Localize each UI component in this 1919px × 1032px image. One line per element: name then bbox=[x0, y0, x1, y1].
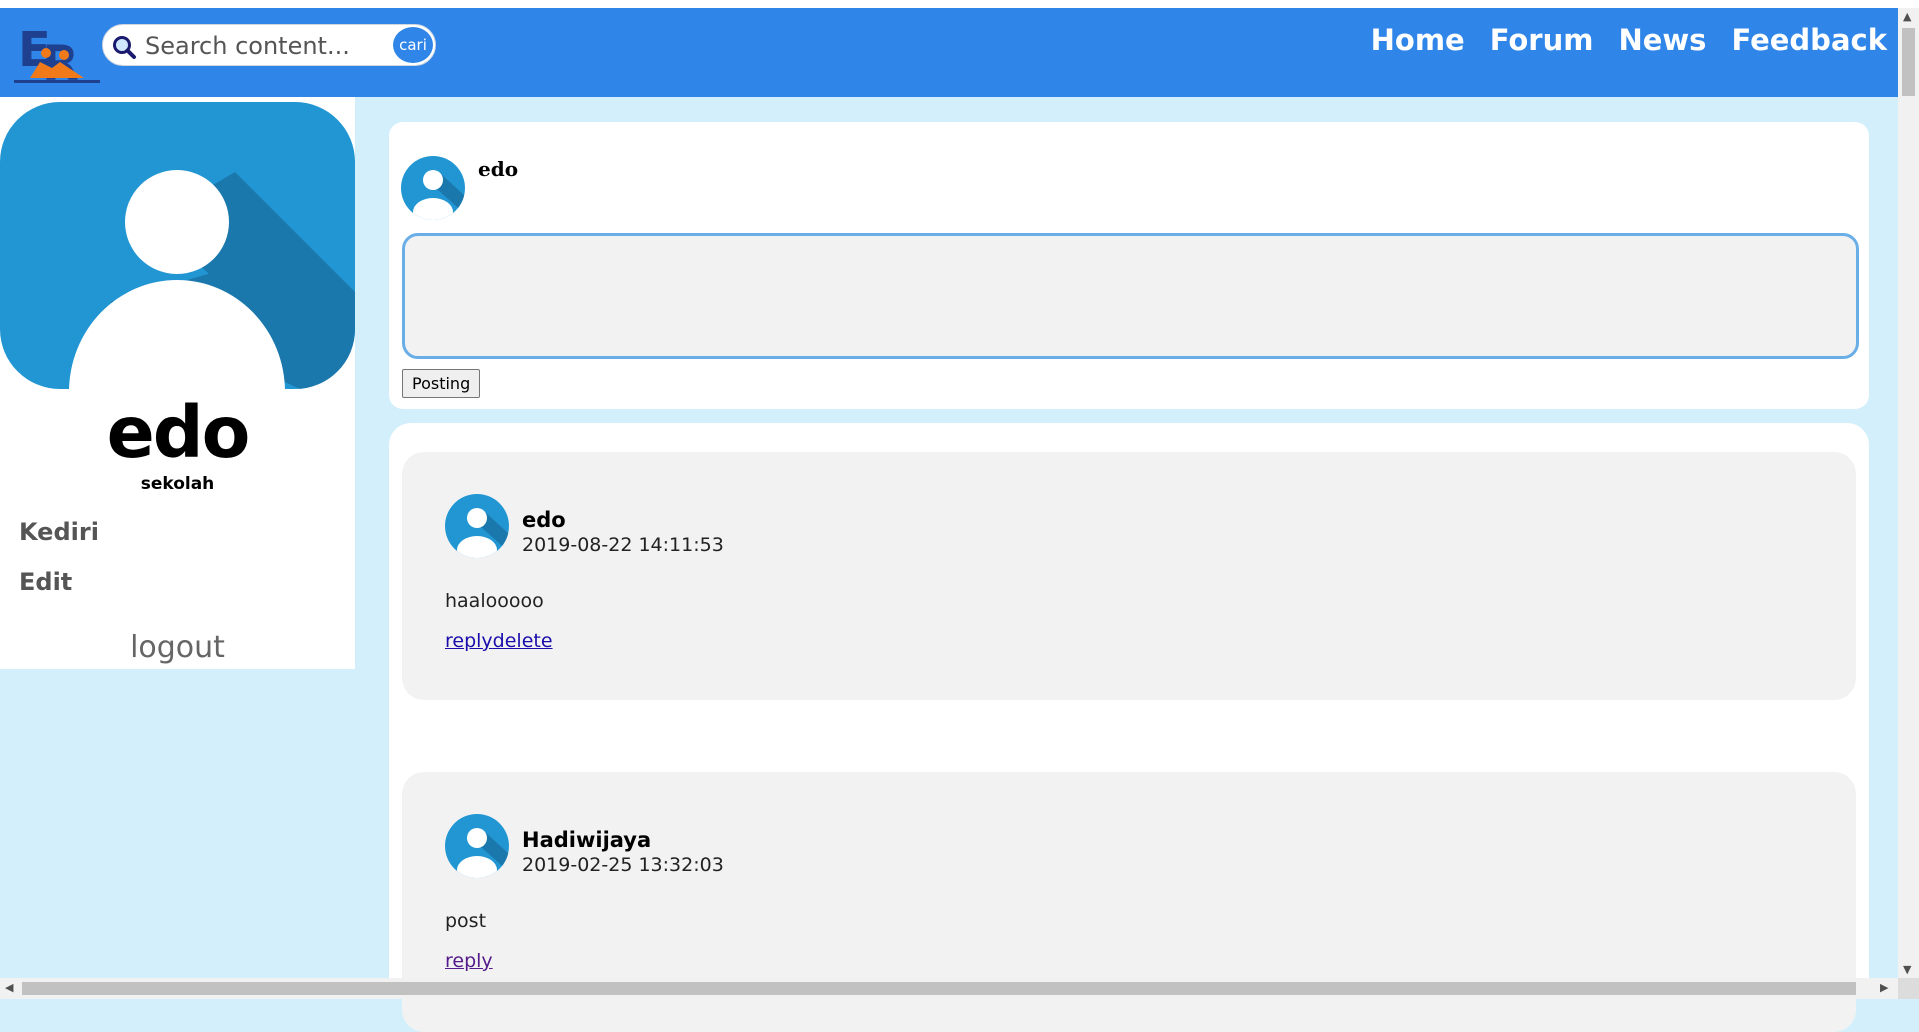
composer-username: edo bbox=[478, 157, 519, 181]
posting-button[interactable]: Posting bbox=[402, 369, 481, 398]
scroll-right-icon[interactable]: ▶ bbox=[1880, 981, 1888, 994]
scroll-up-icon[interactable]: ▲ bbox=[1903, 10, 1911, 23]
profile-city: Kediri bbox=[19, 518, 99, 546]
vertical-scrollbar[interactable]: ▲ ▼ bbox=[1898, 8, 1919, 980]
reply-link[interactable]: reply bbox=[445, 950, 493, 972]
nav-forum-link[interactable]: Forum bbox=[1490, 23, 1594, 57]
post-actions: replydelete bbox=[445, 630, 553, 652]
profile-sidebar: edo sekolah Kediri Edit logout bbox=[0, 97, 355, 669]
site-logo[interactable]: E R bbox=[12, 18, 102, 92]
user-avatar-icon bbox=[401, 156, 465, 220]
er-logo-icon: E R bbox=[14, 22, 100, 92]
horizontal-scrollbar[interactable]: ◀ ▶ bbox=[0, 978, 1898, 999]
scroll-down-icon[interactable]: ▼ bbox=[1903, 963, 1911, 976]
post-timestamp: 2019-02-25 13:32:03 bbox=[522, 854, 724, 876]
profile-name: edo bbox=[106, 391, 251, 474]
search-input[interactable] bbox=[143, 29, 377, 63]
delete-link[interactable]: delete bbox=[493, 630, 553, 652]
post-author: Hadiwijaya bbox=[522, 828, 652, 852]
scroll-left-icon[interactable]: ◀ bbox=[5, 981, 13, 994]
post-author: edo bbox=[522, 508, 566, 532]
browser-top-edge bbox=[0, 0, 1919, 8]
post-composer: edo Posting bbox=[389, 122, 1869, 409]
post-feed: edo 2019-08-22 14:11:53 haalooooo replyd… bbox=[389, 423, 1869, 1032]
logout-link[interactable]: logout bbox=[0, 630, 355, 665]
post-textarea[interactable] bbox=[402, 233, 1859, 359]
nav-feedback-link[interactable]: Feedback bbox=[1731, 23, 1887, 57]
profile-school: sekolah bbox=[140, 474, 215, 494]
post-body: post bbox=[445, 910, 487, 932]
top-navbar: E R cari Home Forum News Feedback bbox=[0, 8, 1898, 97]
post-actions: reply bbox=[445, 950, 493, 972]
scrollbar-corner bbox=[1898, 978, 1919, 999]
vertical-scroll-thumb[interactable] bbox=[1902, 28, 1915, 96]
reply-link[interactable]: reply bbox=[445, 630, 493, 652]
profile-avatar-icon bbox=[0, 102, 355, 389]
post-body: haalooooo bbox=[445, 590, 544, 612]
nav-news-link[interactable]: News bbox=[1618, 23, 1706, 57]
main-nav: Home Forum News Feedback bbox=[1371, 8, 1887, 72]
search-bar: cari bbox=[102, 24, 436, 66]
post-timestamp: 2019-08-22 14:11:53 bbox=[522, 534, 724, 556]
user-avatar-icon bbox=[445, 494, 509, 558]
magnifier-icon bbox=[113, 36, 136, 59]
user-avatar-icon bbox=[445, 814, 509, 878]
nav-home-link[interactable]: Home bbox=[1371, 23, 1465, 57]
post-card: edo 2019-08-22 14:11:53 haalooooo replyd… bbox=[402, 452, 1856, 700]
search-button[interactable]: cari bbox=[393, 27, 433, 63]
edit-profile-link[interactable]: Edit bbox=[19, 568, 72, 596]
horizontal-scroll-thumb[interactable] bbox=[22, 982, 1856, 995]
